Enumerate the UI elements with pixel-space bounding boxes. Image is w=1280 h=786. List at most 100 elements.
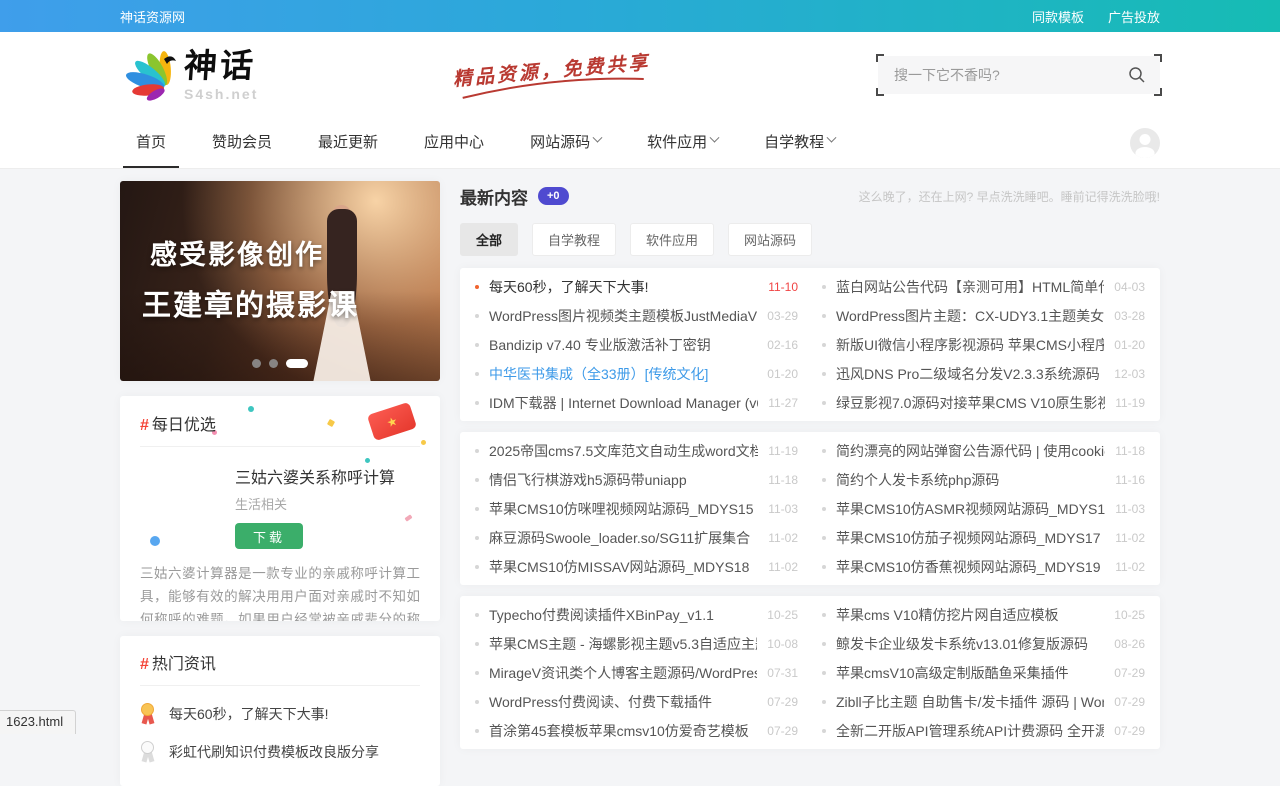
topbar-site-name[interactable]: 神话资源网 xyxy=(120,7,185,26)
list-column-right: 苹果cms V10精仿挖片网自适应模板10-25鲸发卡企业级发卡系统v13.01… xyxy=(822,600,1145,745)
list-item[interactable]: 绿豆影视7.0源码对接苹果CMS V10原生影视AP...11-19 xyxy=(822,388,1145,417)
list-item-title: 迅风DNS Pro二级域名分发V2.3.3系统源码 xyxy=(836,364,1104,384)
list-item-title: 情侣飞行棋游戏h5源码带uniapp xyxy=(489,470,758,490)
list-item-title: 苹果CMS10仿香蕉视频网站源码_MDYS19 xyxy=(836,557,1105,577)
tab-1[interactable]: 全部 xyxy=(460,223,518,256)
bullet-icon xyxy=(475,449,479,453)
list-item[interactable]: 首涂第45套模板苹果cmsv10仿爱奇艺模板07-29 xyxy=(475,716,798,745)
list-item-title: 苹果cmsV10高级定制版酷鱼采集插件 xyxy=(836,663,1104,683)
list-item[interactable]: 简约漂亮的网站弹窗公告源代码 | 使用cookie记录11-18 xyxy=(822,436,1145,465)
list-item-title: 鲸发卡企业级发卡系统v13.01修复版源码 xyxy=(836,634,1104,654)
bullet-icon xyxy=(475,372,479,376)
hot-news-item[interactable]: 彩虹代刷知识付费模板改良版分享 xyxy=(140,741,420,762)
list-item[interactable]: WordPress图片视频类主题模板JustMediaV2.7....03-29 xyxy=(475,301,798,330)
list-item-title: 苹果CMS10仿咪哩视频网站源码_MDYS15 xyxy=(489,499,758,519)
list-item-date: 07-29 xyxy=(1114,724,1145,738)
logo-domain: S4sh.net xyxy=(184,86,258,102)
nav-item-label: 软件应用 xyxy=(647,131,707,152)
download-button[interactable]: 下载 xyxy=(235,523,303,549)
list-item[interactable]: WordPress付费阅读、付费下载插件07-29 xyxy=(475,687,798,716)
nav-item-3[interactable]: 最近更新 xyxy=(305,117,391,168)
list-item-date: 11-02 xyxy=(768,531,798,545)
list-group: Typecho付费阅读插件XBinPay_v1.110-25苹果CMS主题 - … xyxy=(460,596,1160,749)
list-item[interactable]: 每天60秒，了解天下大事!11-10 xyxy=(475,272,798,301)
hot-news-item[interactable]: 每天60秒，了解天下大事! xyxy=(140,703,420,724)
list-item-title: 2025帝国cms7.5文库范文自动生成word文档/文... xyxy=(489,441,758,461)
bullet-icon xyxy=(822,729,826,733)
list-item-date: 01-20 xyxy=(1114,338,1145,352)
search-input[interactable] xyxy=(892,66,1128,84)
topbar-link-2[interactable]: 广告投放 xyxy=(1108,7,1160,26)
search-icon[interactable] xyxy=(1128,66,1146,84)
carousel-dot-active[interactable] xyxy=(286,359,308,368)
nav-item-2[interactable]: 赞助会员 xyxy=(199,117,285,168)
bullet-icon xyxy=(822,285,826,289)
carousel-dot[interactable] xyxy=(269,359,278,368)
list-item[interactable]: 苹果cms V10精仿挖片网自适应模板10-25 xyxy=(822,600,1145,629)
nav-item-4[interactable]: 应用中心 xyxy=(411,117,497,168)
bullet-icon xyxy=(475,401,479,405)
list-item[interactable]: 苹果CMS10仿咪哩视频网站源码_MDYS15 11-03 xyxy=(475,494,798,523)
nav-items: 首页 赞助会员 最近更新 应用中心 网站源码 软件应用 自学教程 xyxy=(123,117,848,168)
avatar-person-icon xyxy=(1140,134,1151,145)
list-item[interactable]: 迅风DNS Pro二级域名分发V2.3.3系统源码 12-03 xyxy=(822,359,1145,388)
tab-2[interactable]: 自学教程 xyxy=(532,223,616,256)
nav-item-label: 自学教程 xyxy=(764,131,824,152)
list-item[interactable]: Bandizip v7.40 专业版激活补丁密钥02-16 xyxy=(475,330,798,359)
nav-item-label: 首页 xyxy=(136,131,166,152)
nav-item-5[interactable]: 网站源码 xyxy=(517,117,614,168)
tab-4[interactable]: 网站源码 xyxy=(728,223,812,256)
bullet-icon xyxy=(822,372,826,376)
list-item-title: WordPress图片主题：CX-UDY3.1主题美女图片... xyxy=(836,306,1104,326)
list-item-date: 12-03 xyxy=(1114,367,1145,381)
daily-app: 三姑六婆关系称呼计算 生活相关 下载 xyxy=(235,464,420,549)
list-item-date: 11-02 xyxy=(1115,531,1145,545)
bullet-icon xyxy=(475,507,479,511)
site-logo[interactable]: 神话 S4sh.net xyxy=(120,45,258,105)
carousel-caption: 感受影像创作 王建章的摄影课 xyxy=(142,233,359,324)
nav-item-label: 赞助会员 xyxy=(212,131,272,152)
user-avatar[interactable] xyxy=(1130,128,1160,158)
nav-item-label: 应用中心 xyxy=(424,131,484,152)
list-item-date: 11-03 xyxy=(768,502,798,516)
list-item[interactable]: 苹果CMS10仿茄子视频网站源码_MDYS17 11-02 xyxy=(822,523,1145,552)
list-item[interactable]: 2025帝国cms7.5文库范文自动生成word文档/文...11-19 xyxy=(475,436,798,465)
list-item[interactable]: 情侣飞行棋游戏h5源码带uniapp11-18 xyxy=(475,465,798,494)
topbar-link-1[interactable]: 同款模板 xyxy=(1032,7,1084,26)
bullet-icon xyxy=(475,671,479,675)
hash-mark: # xyxy=(140,417,149,434)
daily-app-title[interactable]: 三姑六婆关系称呼计算 xyxy=(235,464,420,488)
list-item[interactable]: MirageV资讯类个人博客主题源码/WordPress主...07-31 xyxy=(475,658,798,687)
tab-3[interactable]: 软件应用 xyxy=(630,223,714,256)
list-item[interactable]: 苹果CMS10仿香蕉视频网站源码_MDYS1911-02 xyxy=(822,552,1145,581)
list-item[interactable]: 蓝白网站公告代码【亲测可用】HTML简单代码...04-03 xyxy=(822,272,1145,301)
list-item[interactable]: 新版UI微信小程序影视源码 苹果CMS小程序源码01-20 xyxy=(822,330,1145,359)
list-item[interactable]: 全新二开版API管理系统API计费源码 全开源07-29 xyxy=(822,716,1145,745)
list-item[interactable]: IDM下载器 | Internet Download Manager (v6..… xyxy=(475,388,798,417)
latest-groups: 每天60秒，了解天下大事!11-10WordPress图片视频类主题模板Just… xyxy=(460,268,1160,749)
carousel-dot[interactable] xyxy=(252,359,261,368)
list-item[interactable]: 苹果CMS10仿MISSAV网站源码_MDYS1811-02 xyxy=(475,552,798,581)
list-item[interactable]: 中华医书集成（全33册）[传统文化]01-20 xyxy=(475,359,798,388)
list-item-title: 苹果CMS10仿茄子视频网站源码_MDYS17 xyxy=(836,528,1105,548)
list-item[interactable]: 苹果CMS10仿ASMR视频网站源码_MDYS1611-03 xyxy=(822,494,1145,523)
list-item[interactable]: WordPress图片主题：CX-UDY3.1主题美女图片...03-28 xyxy=(822,301,1145,330)
header: 神话 S4sh.net 精品资源，免费共享 xyxy=(0,32,1280,117)
list-item[interactable]: Zibll子比主题 自助售卡/发卡插件 源码 | WordPr...07-29 xyxy=(822,687,1145,716)
list-item[interactable]: 简约个人发卡系统php源码11-16 xyxy=(822,465,1145,494)
list-item[interactable]: 苹果cmsV10高级定制版酷鱼采集插件07-29 xyxy=(822,658,1145,687)
hot-news-title: 每天60秒，了解天下大事! xyxy=(169,704,328,724)
nav-item-6[interactable]: 软件应用 xyxy=(634,117,731,168)
list-item[interactable]: 麻豆源码Swoole_loader.so/SG11扩展集合11-02 xyxy=(475,523,798,552)
list-item[interactable]: 苹果CMS主题 - 海螺影视主题v5.3自适应主题/ ...10-08 xyxy=(475,629,798,658)
hot-news-list: 每天60秒，了解天下大事! 彩虹代刷知识付费模板改良版分享 xyxy=(140,703,420,762)
latest-tabs: 全部自学教程软件应用网站源码 xyxy=(460,223,1160,256)
nav-item-7[interactable]: 自学教程 xyxy=(751,117,848,168)
carousel-banner[interactable]: 感受影像创作 王建章的摄影课 xyxy=(120,181,440,381)
bullet-icon xyxy=(822,671,826,675)
list-item[interactable]: 鲸发卡企业级发卡系统v13.01修复版源码08-26 xyxy=(822,629,1145,658)
nav-item-1[interactable]: 首页 xyxy=(123,117,179,168)
browser-status-link: 1623.html xyxy=(0,710,76,734)
bullet-icon xyxy=(475,613,479,617)
list-item[interactable]: Typecho付费阅读插件XBinPay_v1.110-25 xyxy=(475,600,798,629)
